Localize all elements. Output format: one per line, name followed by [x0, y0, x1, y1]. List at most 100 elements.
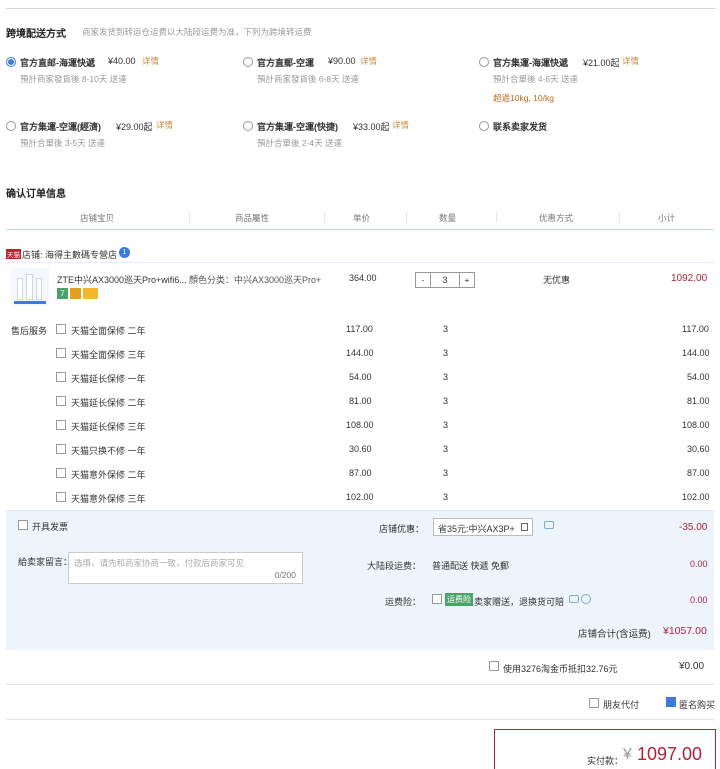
- shipping-radio[interactable]: [6, 121, 16, 131]
- shop-total-label: 店铺合计(含运费): [578, 629, 651, 640]
- shipping-radio[interactable]: [479, 121, 489, 131]
- service-subtotal: 54.00: [687, 372, 710, 382]
- qty-input[interactable]: 3: [431, 272, 459, 288]
- service-checkbox[interactable]: [56, 492, 66, 502]
- service-subtotal: 87.00: [687, 468, 710, 478]
- shipping-option-eta: 預計合單後 4-6天 送達: [493, 74, 579, 84]
- product-attribute: 顏色分类：中兴AX3000巡天Pro+: [189, 275, 322, 285]
- chat-icon[interactable]: [544, 521, 554, 529]
- shipping-hint: 商家发货到转运仓运费以大陆段运费为准，下列为跨境转运费: [82, 27, 312, 37]
- service-qty: 3: [443, 372, 449, 382]
- service-name: 天猫全面保修 二年: [71, 326, 146, 336]
- freight-insurance-value: 卖家赠送，退换货可賠: [474, 597, 565, 607]
- mainland-shipping-label: 大陆段运费：: [367, 561, 422, 571]
- product-image[interactable]: [11, 268, 49, 306]
- product-name[interactable]: ZTE中兴AX3000巡天Pro+wifi6...: [57, 273, 187, 286]
- shipping-radio[interactable]: [479, 57, 489, 67]
- service-price: 102.00: [346, 492, 374, 502]
- shipping-detail-link[interactable]: 详情: [156, 119, 173, 131]
- message-counter: 0/200: [274, 570, 296, 580]
- message-placeholder: 选填，请先和商家协商一致，付款后商家可见: [74, 558, 245, 568]
- shipping-option-note: 超過10kg, 10/kg: [493, 93, 554, 103]
- service-qty: 3: [443, 420, 449, 430]
- service-checkbox[interactable]: [56, 324, 66, 334]
- service-row[interactable]: 天猫全面保修 二年 117.00 3 117.00: [56, 323, 714, 337]
- invoice-checkbox[interactable]: [18, 520, 28, 530]
- service-name: 天猫只换不修 一年: [71, 446, 146, 456]
- shop-discount-select[interactable]: 省35元:中兴AX3P+: [433, 518, 533, 536]
- service-row[interactable]: 天猫意外保修 三年 102.00 3 102.00: [56, 491, 714, 505]
- friend-pay-checkbox[interactable]: [589, 698, 599, 708]
- product-subtotal: 1092.00: [671, 273, 708, 284]
- shipping-detail-link[interactable]: 详情: [142, 55, 159, 67]
- service-subtotal: 30.60: [687, 444, 710, 454]
- shipping-option-name: 官方直郵-空運: [257, 58, 314, 68]
- column-header: 优惠方式: [539, 213, 574, 223]
- product-block: ZTE中兴AX3000巡天Pro+wifi6... 7 顏色分类：中兴AX300…: [6, 262, 714, 510]
- column-header: 商品屬性: [235, 213, 270, 223]
- payment-box: 实付款： ¥ 1097.00: [494, 729, 716, 769]
- service-checkbox[interactable]: [56, 468, 66, 478]
- service-price: 108.00: [346, 420, 374, 430]
- service-row[interactable]: 天猫只换不修 一年 30.60 3 30.60: [56, 443, 714, 457]
- shipping-option-price: ¥29.00起: [116, 122, 153, 132]
- freight-insurance-label: 运费险：: [385, 597, 422, 607]
- service-checkbox[interactable]: [56, 348, 66, 358]
- dropdown-icon: [521, 523, 528, 531]
- column-header: 单价: [353, 213, 371, 223]
- payment-amount: 1097.00: [637, 744, 703, 764]
- service-checkbox[interactable]: [56, 444, 66, 454]
- shipping-option-eta: 預計合單後 3-5天 送達: [20, 138, 106, 148]
- freight-insurance-amount: 0.00: [690, 595, 708, 605]
- shipping-radio[interactable]: [6, 57, 16, 67]
- shop-total-value: ¥1057.00: [663, 625, 707, 637]
- shipping-option-price: ¥40.00: [108, 56, 136, 66]
- help-icon[interactable]: [581, 594, 591, 604]
- column-header: 小计: [658, 213, 676, 223]
- service-checkbox[interactable]: [56, 372, 66, 382]
- product-discount: 无优惠: [543, 275, 571, 285]
- shipping-option-name: 官方集運-海運快遞: [493, 58, 568, 68]
- service-row[interactable]: 天猫意外保修 二年 87.00 3 87.00: [56, 467, 714, 481]
- shipping-radio[interactable]: [243, 121, 253, 131]
- column-header: 数量: [439, 213, 457, 223]
- shipping-detail-link[interactable]: 详情: [360, 55, 377, 67]
- service-price: 87.00: [349, 468, 372, 478]
- shipping-detail-link[interactable]: 详情: [622, 55, 639, 67]
- service-subtotal: 102.00: [682, 492, 710, 502]
- service-subtotal: 108.00: [682, 420, 710, 430]
- service-checkbox[interactable]: [56, 420, 66, 430]
- guarantee-icon: [70, 288, 81, 299]
- chat-badge-icon[interactable]: 1: [119, 247, 130, 258]
- coins-checkbox[interactable]: [489, 661, 499, 671]
- service-price: 117.00: [346, 324, 373, 334]
- service-row[interactable]: 天猫全面保修 三年 144.00 3 144.00: [56, 347, 714, 361]
- service-row[interactable]: 天猫延长保修 二年 81.00 3 81.00: [56, 395, 714, 409]
- service-subtotal: 117.00: [682, 324, 709, 334]
- shop-name[interactable]: 店铺: 海得主數碼专營店: [22, 248, 117, 261]
- shipping-title: 跨境配送方式: [6, 29, 66, 40]
- shipping-detail-link[interactable]: 详情: [392, 119, 409, 131]
- table-header-divider: [6, 229, 714, 230]
- service-qty: 3: [443, 492, 449, 502]
- message-textarea[interactable]: 选填，请先和商家协商一致，付款后商家可见 0/200: [68, 552, 303, 584]
- quantity-stepper[interactable]: - 3 +: [415, 272, 475, 288]
- freight-insurance-checkbox[interactable]: [432, 594, 442, 604]
- qty-decrease-button[interactable]: -: [415, 272, 431, 288]
- qty-increase-button[interactable]: +: [459, 272, 475, 288]
- mainland-shipping-value: 普通配送 快遞 免郵: [432, 561, 510, 571]
- shipping-option-price: ¥90.00: [328, 56, 356, 66]
- column-header: 店铺宝贝: [80, 213, 115, 223]
- shipping-option-name: 官方集運-空運(經濟): [20, 122, 101, 132]
- shop-discount-label: 店铺优惠：: [379, 524, 425, 534]
- shipping-option-price: ¥21.00起: [583, 58, 620, 68]
- shipping-option-eta: 預計商家發貨後 8-10天 送達: [20, 74, 127, 84]
- coins-value: ¥0.00: [679, 661, 705, 672]
- service-row[interactable]: 天猫延长保修 三年 108.00 3 108.00: [56, 419, 714, 433]
- anonymous-checkbox[interactable]: [666, 697, 676, 707]
- shipping-radio[interactable]: [243, 57, 253, 67]
- service-checkbox[interactable]: [56, 396, 66, 406]
- chat-icon[interactable]: [569, 595, 579, 603]
- service-row[interactable]: 天猫延长保修 一年 54.00 3 54.00: [56, 371, 714, 385]
- freight-insurance-tag: 运费险: [445, 593, 473, 606]
